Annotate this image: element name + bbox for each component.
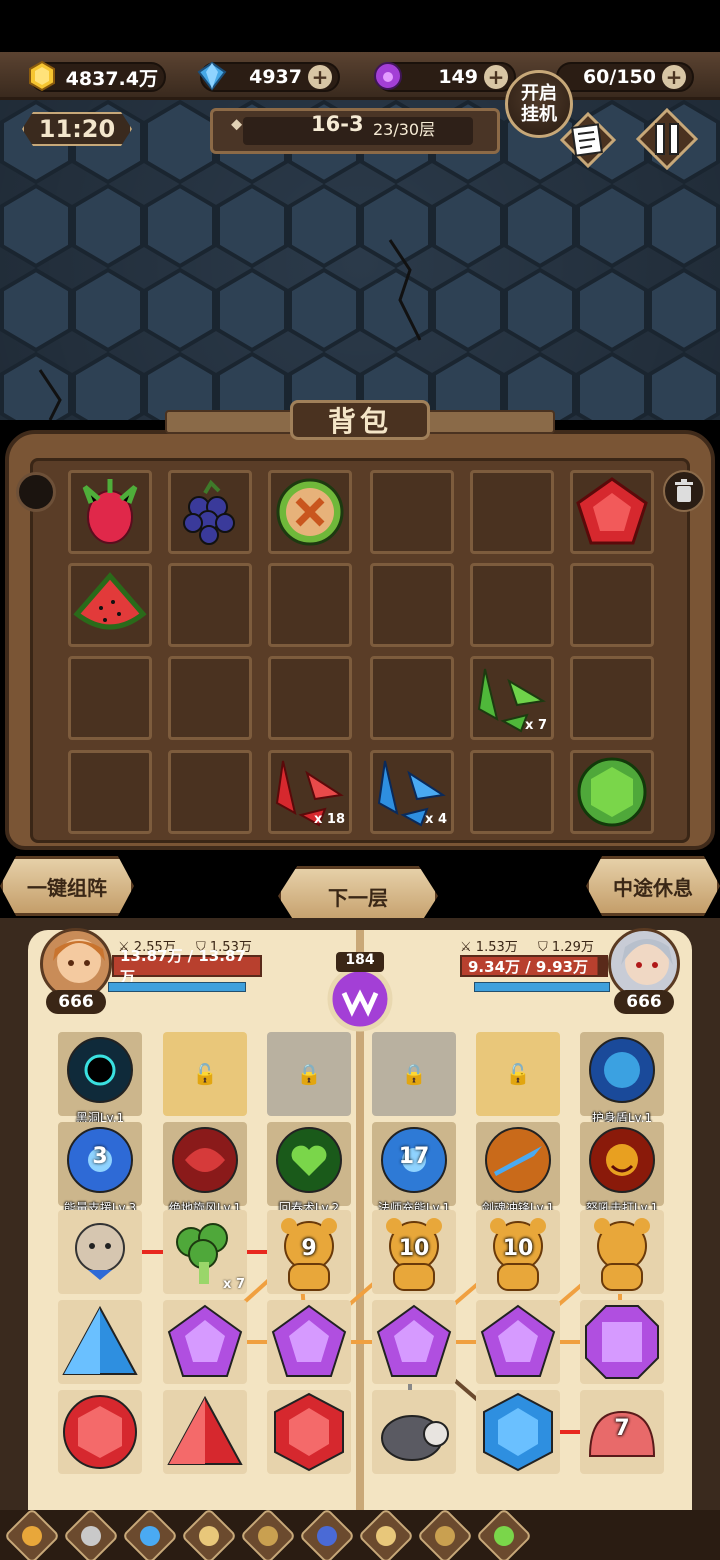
purple-octagon-gem-icon <box>580 1300 664 1388</box>
purple-pentagon-gem-icon <box>267 1300 351 1388</box>
purple-pentagon-gem[interactable] <box>163 1300 247 1384</box>
tile-counter: 10 <box>502 1236 534 1261</box>
dog-pet[interactable] <box>58 1210 142 1294</box>
stone-turtle-icon <box>372 1390 456 1478</box>
blue-triangle-gem[interactable] <box>58 1300 142 1384</box>
red-hexagon-gem[interactable] <box>267 1390 351 1474</box>
tile-counter: 7 <box>614 1416 630 1441</box>
bear-totem-icon <box>580 1210 664 1298</box>
broccoli-item[interactable]: x 7 <box>163 1210 247 1294</box>
purple-pentagon-gem-icon <box>372 1300 456 1388</box>
item-quantity: x 7 <box>223 1277 245 1292</box>
tile-counter: 10 <box>398 1236 430 1261</box>
purple-pentagon-gem[interactable] <box>372 1300 456 1384</box>
blue-hexagon-gem[interactable] <box>476 1390 560 1474</box>
red-triangle-gem-icon <box>163 1390 247 1478</box>
purple-octagon-gem[interactable] <box>580 1300 664 1384</box>
purple-pentagon-gem-icon <box>163 1300 247 1388</box>
red-round-gem[interactable] <box>58 1390 142 1474</box>
bear-totem[interactable] <box>580 1210 664 1294</box>
dog-pet-icon <box>58 1210 142 1298</box>
purple-pentagon-gem[interactable] <box>267 1300 351 1384</box>
blue-triangle-gem-icon <box>58 1300 142 1388</box>
red-hexagon-gem-icon <box>267 1390 351 1478</box>
red-slime[interactable]: 7 <box>580 1390 664 1474</box>
bear-totem[interactable]: 9 <box>267 1210 351 1294</box>
red-round-gem-icon <box>58 1390 142 1478</box>
stone-turtle[interactable] <box>372 1390 456 1474</box>
purple-pentagon-gem-icon <box>476 1300 560 1388</box>
red-triangle-gem[interactable] <box>163 1390 247 1474</box>
tile-counter: 9 <box>301 1236 317 1261</box>
bear-totem[interactable]: 10 <box>372 1210 456 1294</box>
bear-totem[interactable]: 10 <box>476 1210 560 1294</box>
blue-hexagon-gem-icon <box>476 1390 560 1478</box>
purple-pentagon-gem[interactable] <box>476 1300 560 1384</box>
